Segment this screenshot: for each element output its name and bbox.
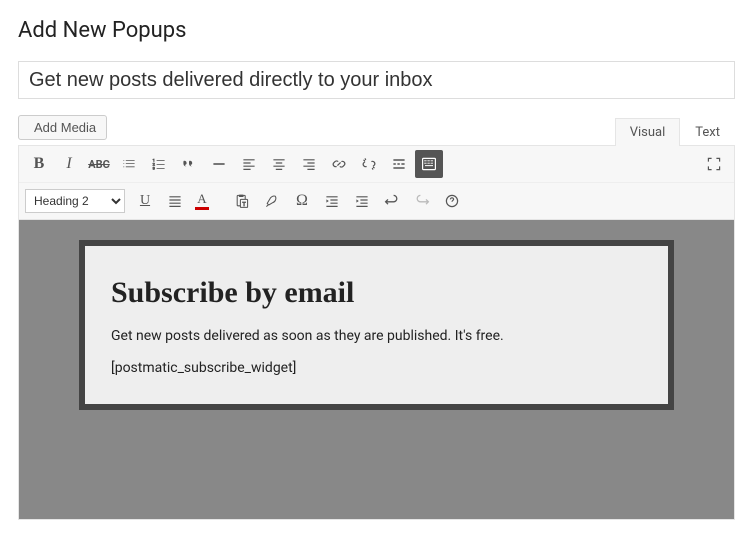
tab-text[interactable]: Text bbox=[680, 118, 735, 146]
read-more-button[interactable] bbox=[385, 150, 413, 178]
text-color-control: A bbox=[191, 187, 226, 215]
editor-tabs: Visual Text bbox=[615, 118, 735, 146]
outdent-button[interactable] bbox=[318, 187, 346, 215]
align-center-button[interactable] bbox=[265, 150, 293, 178]
editor-content-area[interactable]: Subscribe by email Get new posts deliver… bbox=[18, 220, 735, 520]
svg-text:3: 3 bbox=[153, 166, 155, 171]
underline-button[interactable]: U bbox=[131, 187, 159, 215]
text-color-letter: A bbox=[197, 192, 206, 205]
distraction-free-button[interactable] bbox=[700, 150, 728, 178]
page-title: Add New Popups bbox=[18, 18, 735, 43]
paste-text-button[interactable]: T bbox=[228, 187, 256, 215]
tab-visual[interactable]: Visual bbox=[615, 118, 681, 146]
block-format-select[interactable]: Heading 2 bbox=[25, 189, 125, 213]
popup-paragraph[interactable]: Get new posts delivered as soon as they … bbox=[111, 328, 642, 344]
clear-formatting-button[interactable] bbox=[258, 187, 286, 215]
special-character-button[interactable]: Ω bbox=[288, 187, 316, 215]
italic-button[interactable]: I bbox=[55, 150, 83, 178]
hr-button[interactable] bbox=[205, 150, 233, 178]
italic-letter: I bbox=[66, 155, 71, 173]
bold-button[interactable]: B bbox=[25, 150, 53, 178]
popup-shortcode-text[interactable]: [postmatic_subscribe_widget] bbox=[111, 360, 642, 376]
link-button[interactable] bbox=[325, 150, 353, 178]
popup-heading[interactable]: Subscribe by email bbox=[111, 276, 642, 310]
undo-button[interactable] bbox=[378, 187, 406, 215]
text-color-dropdown[interactable] bbox=[214, 187, 226, 215]
align-justify-button[interactable] bbox=[161, 187, 189, 215]
toolbar-toggle-button[interactable] bbox=[415, 150, 443, 178]
toolbar-row-1: B I ABC 123 bbox=[19, 146, 734, 183]
text-color-swatch bbox=[195, 207, 209, 210]
indent-button[interactable] bbox=[348, 187, 376, 215]
editor-toolbar: B I ABC 123 Heading 2 U A T Ω bbox=[18, 145, 735, 220]
text-color-button[interactable]: A bbox=[191, 187, 213, 215]
media-tabs-row: Add Media Visual Text bbox=[18, 115, 735, 146]
bulleted-list-button[interactable] bbox=[115, 150, 143, 178]
toolbar-row-2: Heading 2 U A T Ω bbox=[19, 183, 734, 219]
keyboard-help-button[interactable] bbox=[438, 187, 466, 215]
add-media-label: Add Media bbox=[34, 120, 96, 135]
popup-preview-frame: Subscribe by email Get new posts deliver… bbox=[79, 240, 674, 410]
popup-title-input[interactable] bbox=[18, 61, 735, 99]
align-right-button[interactable] bbox=[295, 150, 323, 178]
strikethrough-button[interactable]: ABC bbox=[85, 150, 113, 178]
align-left-button[interactable] bbox=[235, 150, 263, 178]
bold-letter: B bbox=[34, 155, 45, 173]
numbered-list-button[interactable]: 123 bbox=[145, 150, 173, 178]
redo-button[interactable] bbox=[408, 187, 436, 215]
unlink-button[interactable] bbox=[355, 150, 383, 178]
add-media-button[interactable]: Add Media bbox=[18, 115, 107, 140]
blockquote-button[interactable] bbox=[175, 150, 203, 178]
